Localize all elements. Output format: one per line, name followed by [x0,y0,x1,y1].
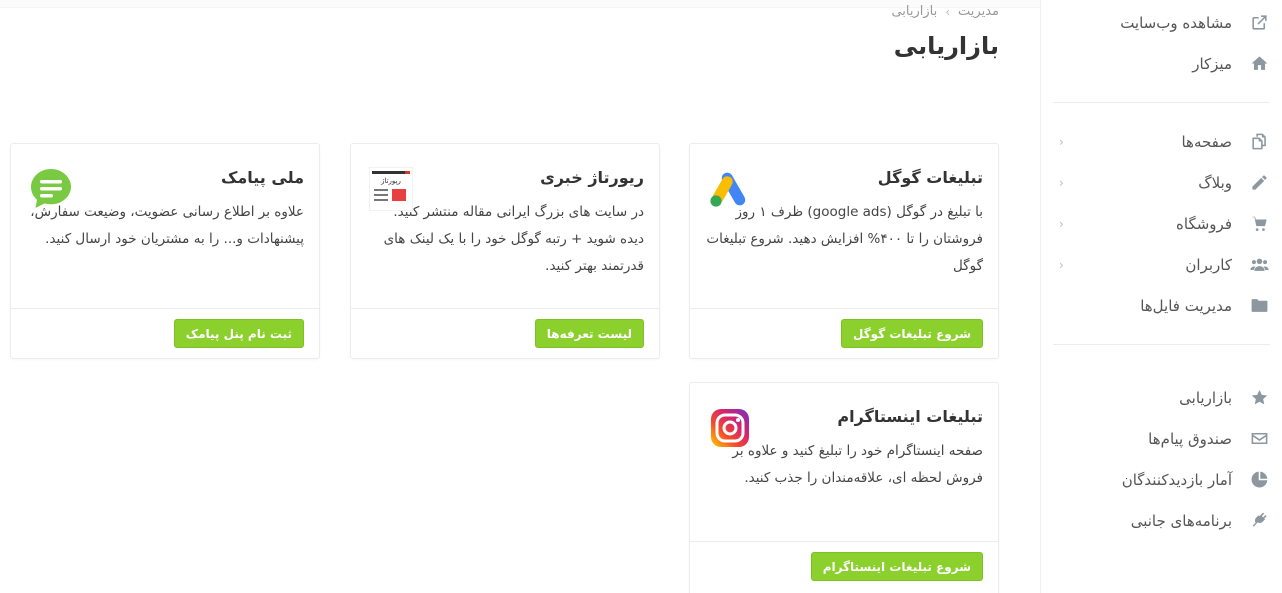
card-body: تبلیغات گوگل با تبلیغ در گوگل (google ad… [690,144,998,280]
pie-chart-icon [1248,469,1270,491]
plug-icon [1248,510,1270,532]
sidebar-item-view-website[interactable]: مشاهده وب‌سایت [1059,2,1270,43]
card-body: ملی پیامک علاوه بر اطلاع رسانی عضویت، وض… [11,144,319,253]
chevron-left-icon: ‹ [1059,257,1064,272]
pencil-icon [1248,172,1270,194]
sidebar-item-plugins[interactable]: برنامه‌های جانبی [1059,500,1270,541]
card-instagram-ads: تبلیغات اینستاگرام صفحه اینستاگرام خود ر… [689,382,999,593]
sidebar-item-label: صفحه‌ها [1181,132,1232,151]
card-footer: شروع تبلیغات گوگل [690,308,998,358]
folder-icon [1248,295,1270,317]
top-bar [0,0,1040,8]
breadcrumb-separator: › [945,4,951,19]
sidebar-content-group: صفحه‌ها ‹ وبلاگ ‹ فروشگاه ‹ کاربران ‹ [1041,121,1282,326]
sidebar-item-label: کاربران [1185,255,1232,274]
card-footer: لیست تعرفه‌ها [351,308,659,358]
card-footer: ثبت نام پنل پیامک [11,308,319,358]
card-news-reportage: رپورتاژ ریورتاژ خبری در سایت های بزرگ ای… [350,143,660,359]
breadcrumb-item-admin[interactable]: مدیریت [958,4,999,19]
sidebar-item-label: مشاهده وب‌سایت [1120,13,1232,32]
price-list-button[interactable]: لیست تعرفه‌ها [534,319,644,348]
sidebar: مشاهده وب‌سایت میزکار صفحه‌ها ‹ وبلاگ ‹ [1040,0,1282,593]
card-body: رپورتاژ ریورتاژ خبری در سایت های بزرگ ای… [351,144,659,280]
sidebar-item-pages[interactable]: صفحه‌ها ‹ [1059,121,1270,162]
instagram-icon [705,403,755,453]
card-meli-payamak: ملی پیامک علاوه بر اطلاع رسانی عضویت، وض… [10,143,320,359]
breadcrumb-item-current: بازاریابی [891,4,938,19]
newspaper-logo-text: رپورتاژ [380,177,401,185]
sidebar-item-dashboard[interactable]: میزکار [1059,43,1270,84]
newspaper-icon: رپورتاژ [366,164,416,214]
sidebar-item-label: فروشگاه [1176,214,1232,233]
google-ads-icon [705,164,755,214]
users-icon [1248,254,1270,276]
cart-icon [1248,213,1270,235]
card-body: تبلیغات اینستاگرام صفحه اینستاگرام خود ر… [690,383,998,492]
sidebar-item-label: وبلاگ [1198,173,1232,192]
sidebar-item-label: میزکار [1192,54,1232,73]
start-instagram-ads-button[interactable]: شروع تبلیغات اینستاگرام [810,552,983,581]
sidebar-top-group: مشاهده وب‌سایت میزکار [1041,0,1282,84]
sidebar-item-visitor-stats[interactable]: آمار بازدیدکنندگان [1059,459,1270,500]
start-google-ads-button[interactable]: شروع تبلیغات گوگل [840,319,983,348]
card-footer: شروع تبلیغات اینستاگرام [690,541,998,591]
sidebar-item-inbox[interactable]: صندوق پیام‌ها [1059,418,1270,459]
sidebar-divider [1053,102,1270,103]
sidebar-tools-group: بازاریابی صندوق پیام‌ها آمار بازدیدکنندگ… [1041,377,1282,541]
home-icon [1248,53,1270,75]
chat-bubble-icon [26,164,76,214]
sidebar-item-shop[interactable]: فروشگاه ‹ [1059,203,1270,244]
chevron-left-icon: ‹ [1059,175,1064,190]
sidebar-item-label: مدیریت فایل‌ها [1140,296,1232,315]
breadcrumb: مدیریت › بازاریابی [891,4,999,19]
star-icon [1248,387,1270,409]
sms-panel-signup-button[interactable]: ثبت نام پنل پیامک [173,319,304,348]
sidebar-item-users[interactable]: کاربران ‹ [1059,244,1270,285]
sidebar-item-label: آمار بازدیدکنندگان [1121,470,1232,489]
sidebar-item-marketing[interactable]: بازاریابی [1059,377,1270,418]
page-title: بازاریابی [893,32,999,60]
card-google-ads: تبلیغات گوگل با تبلیغ در گوگل (google ad… [689,143,999,359]
sidebar-item-file-manager[interactable]: مدیریت فایل‌ها [1059,285,1270,326]
sidebar-item-blog[interactable]: وبلاگ ‹ [1059,162,1270,203]
chevron-left-icon: ‹ [1059,134,1064,149]
main-content: مدیریت › بازاریابی بازاریابی تبلیغات گوگ… [0,0,1040,593]
envelope-icon [1248,428,1270,450]
chevron-left-icon: ‹ [1059,216,1064,231]
sidebar-item-label: صندوق پیام‌ها [1148,429,1232,448]
sidebar-item-label: بازاریابی [1179,388,1232,407]
sidebar-item-label: برنامه‌های جانبی [1130,511,1232,530]
sidebar-divider [1053,344,1270,345]
external-link-icon [1248,12,1270,34]
pages-icon [1248,131,1270,153]
